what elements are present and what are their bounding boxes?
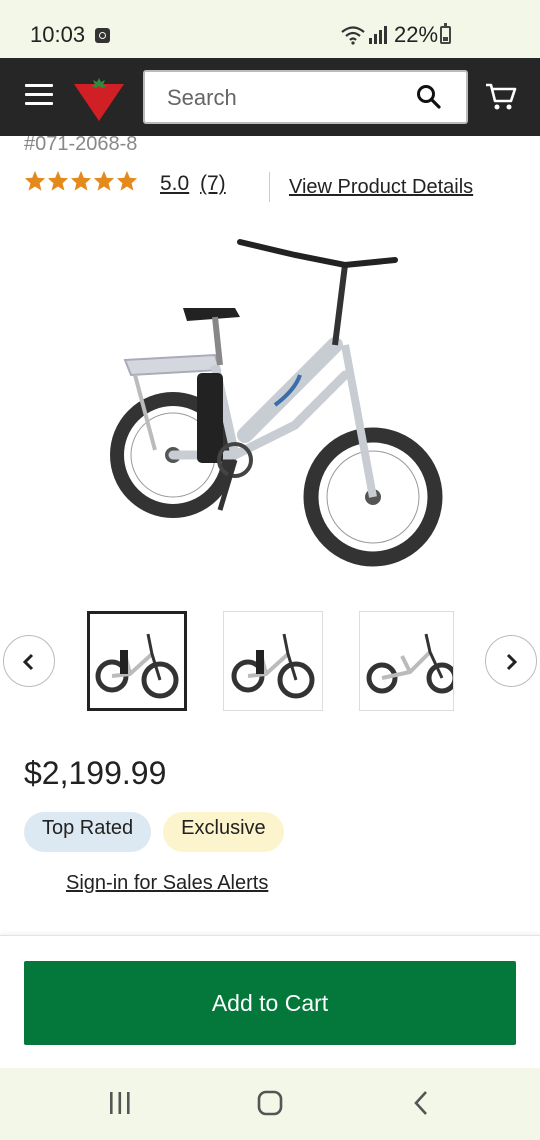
product-price: $2,199.99 <box>24 755 167 791</box>
status-time: 10:03 <box>30 22 86 47</box>
rating-count[interactable]: (7) <box>200 172 226 196</box>
carousel-next-button[interactable] <box>485 635 537 687</box>
site-header <box>0 58 540 136</box>
back-icon[interactable] <box>407 1088 437 1118</box>
thumbnail-2[interactable] <box>223 611 323 711</box>
view-product-details-link[interactable]: View Product Details <box>289 176 473 199</box>
star-rating <box>24 170 138 192</box>
carousel-prev-button[interactable] <box>3 635 55 687</box>
chevron-right-icon <box>506 653 518 671</box>
thumbnail-image <box>95 633 179 699</box>
recent-apps-icon[interactable] <box>105 1088 135 1118</box>
badge-row: Top Rated Exclusive <box>24 812 284 852</box>
rating-value[interactable]: 5.0 <box>160 172 189 196</box>
star-icon <box>116 170 138 191</box>
shopping-cart-icon[interactable] <box>484 80 518 114</box>
system-nav-bar <box>0 1068 540 1140</box>
product-sku: #071-2068-8 <box>24 133 138 155</box>
thumbnail-1[interactable] <box>87 611 187 711</box>
hamburger-menu-icon[interactable] <box>25 84 53 106</box>
thumbnail-3[interactable] <box>359 611 454 711</box>
battery-icon <box>440 23 451 44</box>
star-icon <box>47 170 69 191</box>
thumbnail-image <box>231 633 315 699</box>
chevron-left-icon <box>22 653 34 671</box>
star-icon <box>24 170 46 191</box>
star-icon <box>70 170 92 191</box>
product-main-image[interactable] <box>95 225 455 590</box>
top-rated-badge: Top Rated <box>24 812 152 852</box>
home-icon[interactable] <box>255 1088 285 1118</box>
image-carousel <box>0 605 540 715</box>
star-icon <box>93 170 115 191</box>
canadian-tire-logo[interactable] <box>72 76 126 122</box>
add-to-cart-bar: Add to Cart <box>0 935 540 1068</box>
rating-divider <box>269 172 270 202</box>
search-icon[interactable] <box>416 84 442 110</box>
rating-row: 5.0 (7) View Product Details <box>24 168 524 204</box>
thumbnail-image <box>366 633 453 694</box>
signal-icon <box>369 26 387 44</box>
alarm-icon <box>95 28 110 43</box>
search-input[interactable] <box>167 83 407 113</box>
sales-alerts-link[interactable]: Sign-in for Sales Alerts <box>66 872 268 895</box>
search-box[interactable] <box>143 70 468 124</box>
status-bar: 10:03 22% <box>0 0 540 58</box>
exclusive-badge: Exclusive <box>163 812 284 852</box>
add-to-cart-button[interactable]: Add to Cart <box>24 961 516 1045</box>
wifi-icon <box>341 26 365 45</box>
battery-percent: 22% <box>394 22 439 47</box>
